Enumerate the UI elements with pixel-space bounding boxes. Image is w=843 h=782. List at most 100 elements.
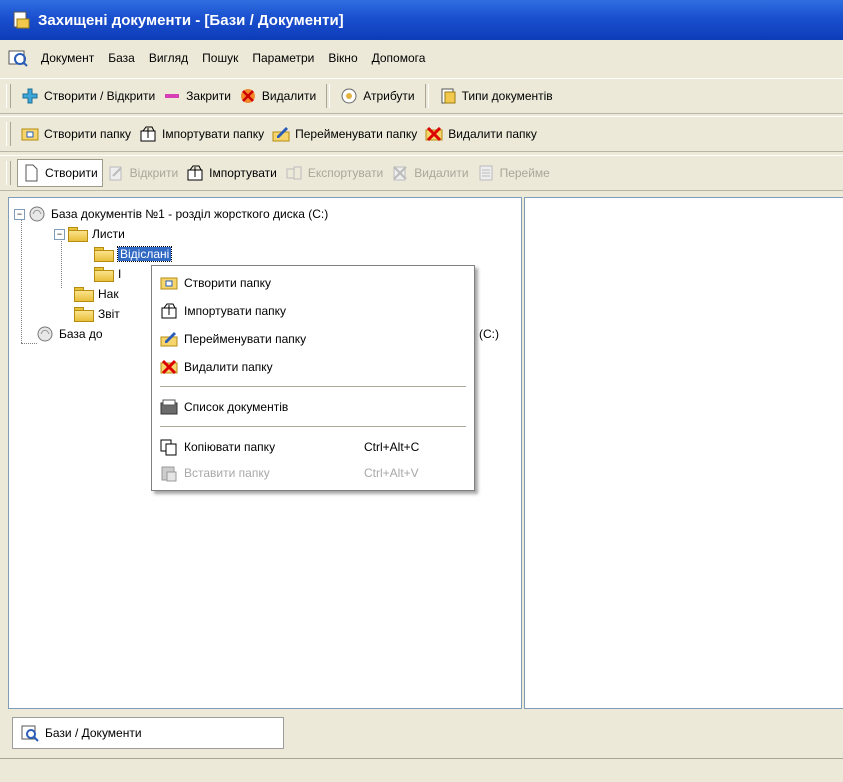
close-button[interactable]: Закрити [159, 83, 235, 109]
toolbar-grip[interactable] [6, 122, 11, 146]
folder-icon [94, 246, 114, 262]
tree-node-db2[interactable]: База до [36, 325, 103, 343]
import-folder-button[interactable]: Імпортувати папку [135, 121, 268, 147]
rename-doc-button[interactable]: Перейме [473, 160, 554, 186]
bottom-window-tab[interactable]: Бази / Документи [12, 717, 284, 749]
rename-folder-icon [160, 330, 178, 348]
paste-icon [160, 464, 178, 482]
rename-folder-icon [272, 125, 290, 143]
received-label: I [118, 267, 122, 281]
ctx-doc-list[interactable]: Список документів [160, 396, 466, 418]
attributes-icon [340, 87, 358, 105]
minus-icon [163, 87, 181, 105]
ctx-rename-folder[interactable]: Перейменувати папку [160, 328, 466, 350]
export-doc-label: Експортувати [307, 166, 384, 180]
ctx-delete-folder[interactable]: Видалити папку [160, 356, 466, 378]
menu-help[interactable]: Допомога [365, 51, 433, 65]
collapse-toggle[interactable]: − [14, 208, 25, 220]
ctx-doc-list-label: Список документів [184, 400, 289, 414]
open-doc-label: Відкрити [129, 166, 179, 180]
sent-label: Відіслані [116, 246, 173, 262]
tree-node-db1[interactable]: − База документів №1 - розділ жорсткого … [14, 205, 328, 223]
create-open-button[interactable]: Створити / Відкрити [17, 83, 159, 109]
ctx-paste-folder[interactable]: Вставити папку Ctrl+Alt+V [160, 462, 466, 484]
menu-bar: Документ База Вигляд Пошук Параметри Вік… [0, 42, 843, 74]
delete-label: Видалити [261, 89, 317, 103]
db1-label: База документів №1 - розділ жорсткого ди… [51, 207, 329, 221]
delete-folder-icon [425, 125, 443, 143]
delete-doc-button[interactable]: Видалити [387, 160, 472, 186]
tree-node-reports[interactable]: Звіт [74, 305, 120, 323]
folder-icon [68, 226, 88, 242]
collapse-toggle[interactable]: − [54, 228, 65, 240]
import-doc-button[interactable]: Імпортувати [182, 160, 281, 186]
delete-doc-label: Видалити [414, 166, 469, 180]
tree-node-letters[interactable]: − Листи [54, 225, 125, 243]
ctx-create-folder-label: Створити папку [184, 276, 272, 290]
ctx-import-folder-label: Імпортувати папку [184, 304, 287, 318]
reports-label: Звіт [98, 307, 120, 321]
menu-document[interactable]: Документ [34, 51, 101, 65]
menu-parameters[interactable]: Параметри [245, 51, 321, 65]
title-bar: Захищені документи - [Бази / Документи] [0, 0, 843, 40]
toolbar-grip[interactable] [6, 84, 11, 108]
status-bar [0, 758, 843, 782]
menu-separator [160, 426, 466, 427]
ctx-create-folder[interactable]: Створити папку [160, 272, 466, 294]
folder-toolbar: Створити папку Імпортувати папку Перейме… [0, 116, 843, 152]
ctx-import-folder[interactable]: Імпортувати папку [160, 300, 466, 322]
tree-node-orders[interactable]: Нак [74, 285, 119, 303]
tree-node-sent[interactable]: Відіслані [94, 245, 173, 263]
delete-folder-icon [160, 358, 178, 376]
delete-button[interactable]: Видалити [235, 83, 320, 109]
rename-doc-icon [477, 164, 495, 182]
import-doc-label: Імпортувати [209, 166, 277, 180]
toolbar-separator [326, 84, 331, 108]
db2-label: База до [59, 327, 103, 341]
ctx-rename-folder-label: Перейменувати папку [184, 332, 307, 346]
ctx-paste-folder-label: Вставити папку [184, 466, 270, 480]
attributes-label: Атрибути [363, 89, 415, 103]
rename-folder-label: Перейменувати папку [295, 127, 418, 141]
tree-node-received[interactable]: I [94, 265, 121, 283]
menu-view[interactable]: Вигляд [142, 51, 195, 65]
database-icon [28, 205, 46, 223]
import-icon [186, 164, 204, 182]
close-label: Закрити [186, 89, 231, 103]
documents-list-pane[interactable] [524, 197, 843, 709]
attributes-button[interactable]: Атрибути [336, 83, 418, 109]
doc-types-button[interactable]: Типи документів [435, 83, 557, 109]
toolbar-grip[interactable] [6, 161, 11, 185]
export-doc-button[interactable]: Експортувати [281, 160, 387, 186]
menu-search[interactable]: Пошук [195, 51, 245, 65]
ctx-copy-folder[interactable]: Копіювати папку Ctrl+Alt+C [160, 436, 466, 458]
ctx-paste-shortcut: Ctrl+Alt+V [364, 466, 419, 480]
delete-doc-icon [391, 164, 409, 182]
menu-window[interactable]: Вікно [321, 51, 364, 65]
create-folder-button[interactable]: Створити папку [17, 121, 135, 147]
search-document-icon [21, 724, 39, 742]
folder-context-menu: Створити папку Імпортувати папку Перейме… [151, 265, 475, 491]
new-document-icon [22, 164, 40, 182]
tree-guide-line [21, 216, 22, 343]
copy-icon [160, 438, 178, 456]
rename-folder-button[interactable]: Перейменувати папку [268, 121, 421, 147]
folder-icon [94, 266, 114, 282]
import-folder-label: Імпортувати папку [162, 127, 265, 141]
app-menu-icon[interactable] [8, 49, 28, 67]
create-doc-button[interactable]: Створити [17, 159, 103, 187]
orders-label: Нак [98, 287, 119, 301]
bottom-tab-label: Бази / Документи [45, 726, 142, 740]
window-title: Захищені документи - [Бази / Документи] [38, 11, 344, 29]
open-doc-button[interactable]: Відкрити [103, 160, 183, 186]
plus-icon [21, 87, 39, 105]
folder-icon [74, 286, 94, 302]
menu-base[interactable]: База [101, 51, 142, 65]
new-folder-icon [160, 274, 178, 292]
ctx-copy-folder-label: Копіювати папку [184, 440, 276, 454]
rename-doc-label: Перейме [499, 166, 550, 180]
delete-folder-label: Видалити папку [448, 127, 537, 141]
delete-folder-button[interactable]: Видалити папку [421, 121, 541, 147]
toolbar-separator [424, 84, 429, 108]
app-document-icon [12, 11, 30, 29]
